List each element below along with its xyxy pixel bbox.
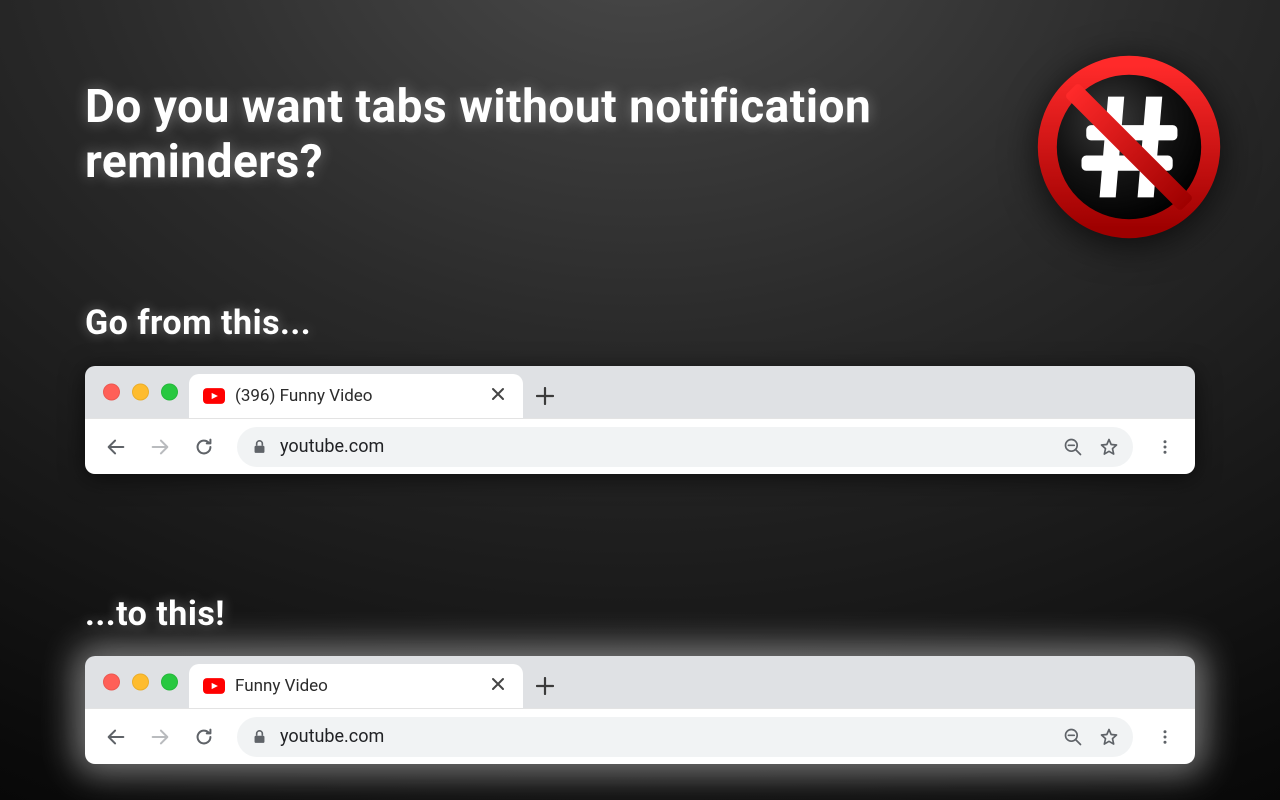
tab-strip: Funny Video — [85, 656, 1195, 708]
minimize-window-button[interactable] — [132, 384, 149, 401]
forward-button[interactable] — [141, 428, 179, 466]
reload-button[interactable] — [185, 718, 223, 756]
new-tab-button[interactable] — [523, 664, 567, 708]
omnibox-actions — [1063, 437, 1119, 457]
reload-button[interactable] — [185, 428, 223, 466]
close-window-button[interactable] — [103, 674, 120, 691]
no-hash-icon — [1034, 52, 1224, 242]
browser-after: Funny Video youtube.com — [85, 656, 1195, 764]
subhead-after: ...to this! — [85, 594, 225, 634]
omnibox-actions — [1063, 727, 1119, 747]
browser-before: (396) Funny Video youtube.com — [85, 366, 1195, 474]
zoom-out-icon[interactable] — [1063, 437, 1083, 457]
browser-toolbar: youtube.com — [85, 708, 1195, 764]
bookmark-star-icon[interactable] — [1099, 727, 1119, 747]
address-bar-url: youtube.com — [280, 726, 384, 747]
close-tab-icon[interactable] — [487, 676, 509, 696]
tab-title: Funny Video — [235, 676, 487, 696]
address-bar[interactable]: youtube.com — [237, 427, 1133, 467]
maximize-window-button[interactable] — [161, 674, 178, 691]
close-tab-icon[interactable] — [487, 386, 509, 406]
lock-icon — [251, 438, 268, 455]
minimize-window-button[interactable] — [132, 674, 149, 691]
close-window-button[interactable] — [103, 384, 120, 401]
back-button[interactable] — [97, 428, 135, 466]
subhead-before: Go from this... — [85, 303, 311, 343]
youtube-favicon-icon — [203, 388, 225, 404]
lock-icon — [251, 728, 268, 745]
youtube-favicon-icon — [203, 678, 225, 694]
browser-tab[interactable]: Funny Video — [189, 664, 523, 708]
browser-menu-button[interactable] — [1147, 428, 1183, 466]
browser-menu-button[interactable] — [1147, 718, 1183, 756]
zoom-out-icon[interactable] — [1063, 727, 1083, 747]
window-controls — [103, 384, 178, 401]
maximize-window-button[interactable] — [161, 384, 178, 401]
address-bar-url: youtube.com — [280, 436, 384, 457]
tab-title: (396) Funny Video — [235, 386, 487, 406]
tab-strip: (396) Funny Video — [85, 366, 1195, 418]
forward-button[interactable] — [141, 718, 179, 756]
bookmark-star-icon[interactable] — [1099, 437, 1119, 457]
browser-tab[interactable]: (396) Funny Video — [189, 374, 523, 418]
address-bar[interactable]: youtube.com — [237, 717, 1133, 757]
window-controls — [103, 674, 178, 691]
browser-toolbar: youtube.com — [85, 418, 1195, 474]
new-tab-button[interactable] — [523, 374, 567, 418]
extension-logo — [1034, 52, 1224, 242]
back-button[interactable] — [97, 718, 135, 756]
headline: Do you want tabs without notification re… — [85, 80, 885, 190]
